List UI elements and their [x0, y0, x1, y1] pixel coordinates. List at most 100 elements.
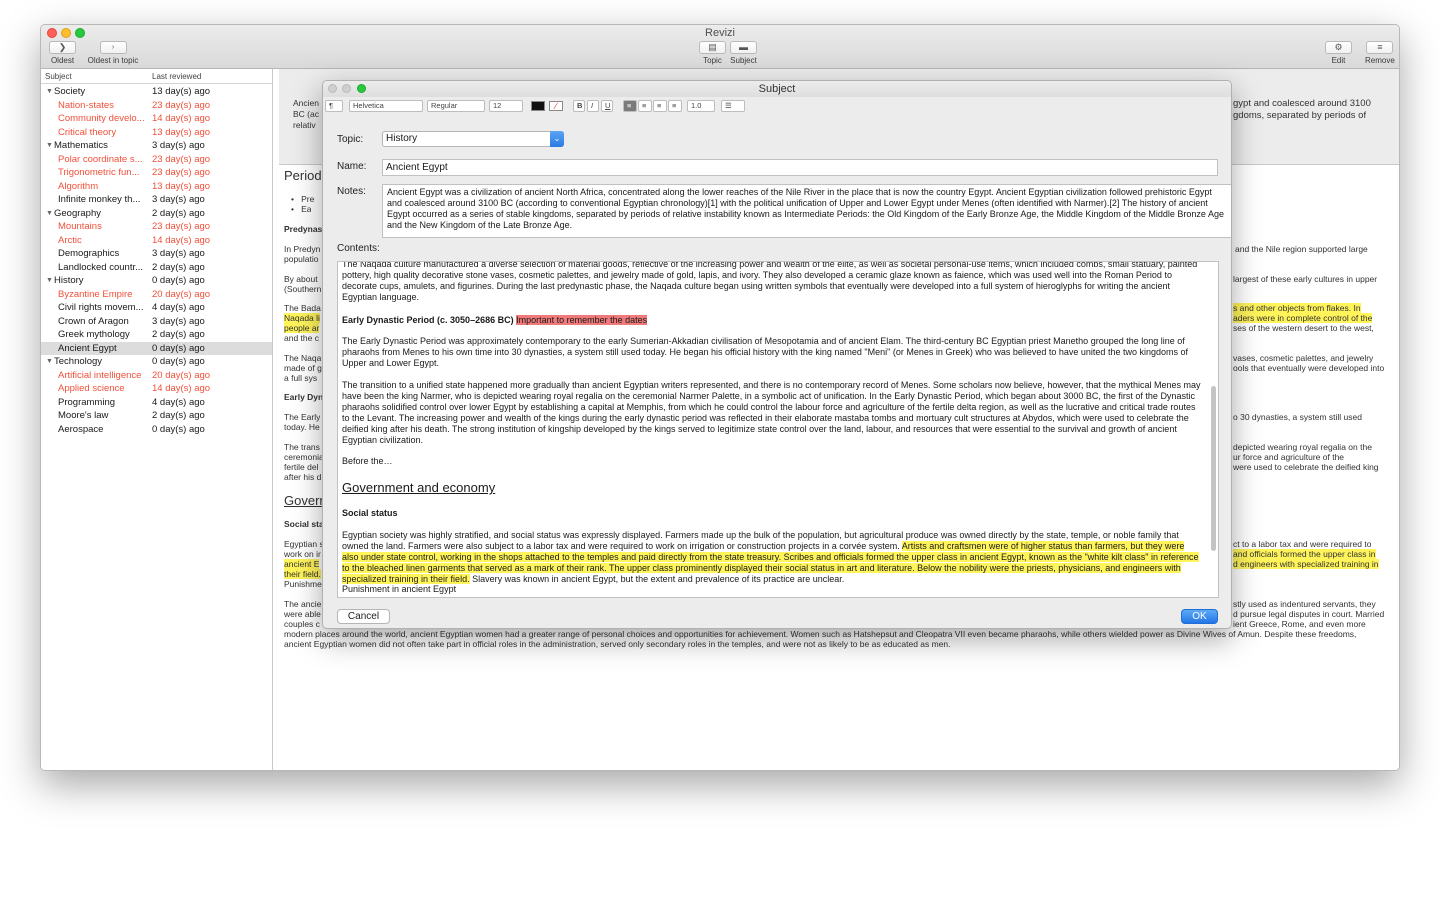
subject-row[interactable]: Programming 4 day(s) ago	[41, 396, 272, 410]
subject-button[interactable]: ▬ Subject	[730, 41, 757, 65]
cancel-button[interactable]: Cancel	[337, 609, 390, 624]
subject-label: Subject	[730, 56, 757, 65]
topic-row[interactable]: ▼ Society 13 day(s) ago	[41, 85, 272, 99]
subject-row[interactable]: Critical theory 13 day(s) ago	[41, 126, 272, 140]
oldest-in-topic-label: Oldest in topic	[87, 56, 139, 65]
subject-row[interactable]: Aerospace 0 day(s) ago	[41, 423, 272, 437]
highlight-color-well[interactable]: ∕	[549, 101, 563, 111]
remove-button[interactable]: ≡ Remove	[1365, 41, 1395, 65]
bg-p3b: Naqada li	[284, 313, 320, 323]
bg-r8a: stly used as indentured servants, they	[1233, 599, 1376, 609]
subject-row[interactable]: Demographics 3 day(s) ago	[41, 247, 272, 261]
oldest-in-topic-button[interactable]: › Oldest in topic	[85, 41, 141, 65]
subject-row[interactable]: Polar coordinate s... 23 day(s) ago	[41, 153, 272, 167]
bg-p5a: The Early	[284, 412, 321, 422]
row-name: Nation-states	[58, 99, 114, 111]
align-center-icon[interactable]: ≡	[638, 100, 652, 112]
paragraph-style-select[interactable]: ¶	[325, 100, 343, 112]
column-header-subject[interactable]: Subject	[45, 72, 72, 81]
line-spacing-select[interactable]: 1.0	[687, 100, 715, 112]
row-name: Geography	[54, 207, 102, 219]
bg-r6a: depicted wearing royal regalia on the	[1233, 442, 1372, 452]
subject-row[interactable]: Byzantine Empire 20 day(s) ago	[41, 288, 272, 302]
bold-button[interactable]: B	[573, 100, 585, 112]
column-header-last-reviewed[interactable]: Last reviewed	[152, 72, 201, 81]
name-field[interactable]: Ancient Egypt	[382, 159, 1218, 176]
topic-select-value: History	[386, 133, 418, 144]
row-last-reviewed: 23 day(s) ago	[152, 167, 211, 178]
notes-field[interactable]: Ancient Egypt was a civilization of anci…	[382, 184, 1231, 238]
oldest-button[interactable]: ❯ Oldest	[49, 41, 76, 65]
contents-para-early-dynastic: The Early Dynastic Period was approximat…	[342, 336, 1188, 368]
subject-list: Subject Last reviewed ▼ Society 13 day(s) …	[41, 69, 273, 770]
edit-button[interactable]: ⚙ Edit	[1325, 41, 1352, 65]
contents-heading-government: Government and economy	[342, 480, 496, 495]
bg-notes-left-2: BC (ac	[293, 109, 319, 119]
row-last-reviewed: 2 day(s) ago	[152, 410, 205, 421]
contents-scrollbar[interactable]	[1211, 386, 1216, 551]
italic-button[interactable]: I	[587, 100, 599, 112]
subject-row[interactable]: Greek mythology 2 day(s) ago	[41, 328, 272, 342]
subject-row[interactable]: Infinite monkey th... 3 day(s) ago	[41, 193, 272, 207]
subject-row[interactable]: Civil rights movem... 4 day(s) ago	[41, 301, 272, 315]
subject-row[interactable]: Artificial intelligence 20 day(s) ago	[41, 369, 272, 383]
row-name: Arctic	[58, 234, 82, 246]
list-style-icon[interactable]: ☰	[721, 100, 745, 112]
align-right-icon[interactable]: ≡	[653, 100, 667, 112]
row-name: Infinite monkey th...	[58, 194, 141, 205]
disclosure-triangle-icon[interactable]: ▼	[46, 207, 53, 221]
font-style-select[interactable]: Regular	[427, 100, 485, 112]
row-name: History	[54, 275, 84, 286]
subject-row[interactable]: Trigonometric fun... 23 day(s) ago	[41, 166, 272, 180]
disclosure-triangle-icon[interactable]: ▼	[46, 139, 53, 153]
font-size-combo[interactable]: 12	[489, 100, 523, 112]
row-last-reviewed: 20 day(s) ago	[152, 369, 211, 381]
topic-row[interactable]: ▼ Technology 0 day(s) ago	[41, 355, 272, 369]
bg-p3c: people ar	[284, 323, 320, 333]
subject-row[interactable]: Applied science 14 day(s) ago	[41, 382, 272, 396]
row-last-reviewed: 2 day(s) ago	[152, 261, 205, 273]
bg-heading-periods: Period	[284, 168, 322, 183]
align-left-icon[interactable]: ≡	[623, 100, 637, 112]
disclosure-triangle-icon[interactable]: ▼	[46, 355, 53, 369]
topic-row[interactable]: ▼ Mathematics 3 day(s) ago	[41, 139, 272, 153]
disclosure-triangle-icon[interactable]: ▼	[46, 85, 53, 99]
font-family-value: Helvetica	[353, 101, 384, 110]
bg-notes-right-1: gypt and coalesced around 3100	[1233, 98, 1371, 109]
subject-row[interactable]: Ancient Egypt 0 day(s) ago	[41, 341, 272, 355]
topic-label: Topic	[703, 56, 722, 65]
bg-p6c: fertile del	[284, 462, 319, 472]
bg-p7c: ancient E	[284, 559, 320, 569]
early-dynastic-annotation: Important to remember the dates	[516, 315, 648, 325]
notes-label: Notes:	[337, 186, 366, 197]
row-name: Critical theory	[58, 126, 117, 138]
bg-p7e: Punishme	[284, 579, 322, 589]
disclosure-triangle-icon[interactable]: ▼	[46, 274, 53, 288]
row-last-reviewed: 14 day(s) ago	[152, 234, 211, 246]
contents-editor[interactable]: The Naqada culture manufactured a divers…	[337, 261, 1219, 598]
subject-row[interactable]: Algorithm 13 day(s) ago	[41, 180, 272, 194]
topic-row[interactable]: ▼ Geography 2 day(s) ago	[41, 207, 272, 221]
topic-select[interactable]: History ⌄	[382, 131, 564, 147]
underline-button[interactable]: U	[601, 100, 613, 112]
subject-row[interactable]: Community develo... 14 day(s) ago	[41, 112, 272, 126]
font-family-select[interactable]: Helvetica	[349, 100, 423, 112]
align-justify-icon[interactable]: ≡	[668, 100, 682, 112]
chevron-right-small-icon: ›	[99, 41, 127, 54]
subject-row[interactable]: Nation-states 23 day(s) ago	[41, 99, 272, 113]
row-last-reviewed: 13 day(s) ago	[152, 86, 211, 97]
subject-row[interactable]: Landlocked countr... 2 day(s) ago	[41, 261, 272, 275]
topic-row[interactable]: ▼ History 0 day(s) ago	[41, 274, 272, 288]
ok-button[interactable]: OK	[1181, 609, 1218, 624]
subject-row[interactable]: Arctic 14 day(s) ago	[41, 234, 272, 248]
contents-label: Contents:	[337, 243, 380, 254]
row-name: Technology	[54, 356, 103, 367]
topic-button[interactable]: ▤ Topic	[699, 41, 726, 65]
subject-row[interactable]: Crown of Aragon 3 day(s) ago	[41, 315, 272, 329]
bg-p3a: The Bada	[284, 303, 321, 313]
text-color-well[interactable]	[531, 101, 545, 111]
row-last-reviewed: 23 day(s) ago	[152, 99, 211, 111]
subject-row[interactable]: Mountains 23 day(s) ago	[41, 220, 272, 234]
subject-row[interactable]: Moore's law 2 day(s) ago	[41, 409, 272, 423]
bg-r7b: and officials formed the upper class in	[1233, 549, 1376, 559]
